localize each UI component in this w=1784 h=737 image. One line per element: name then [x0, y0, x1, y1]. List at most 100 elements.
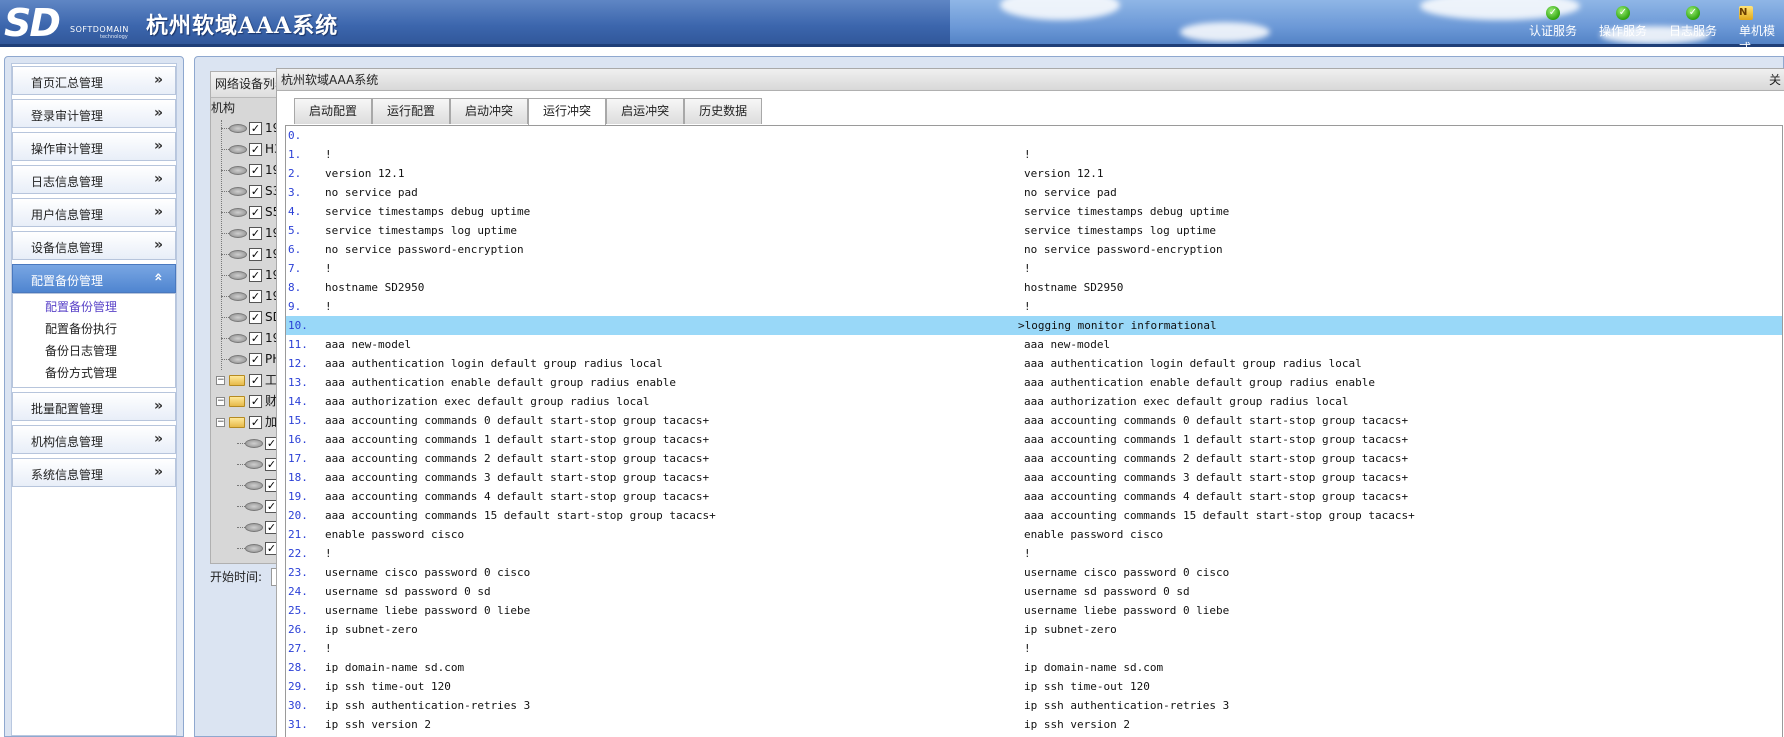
device-icon [229, 208, 247, 217]
sidebar-item-org-info[interactable]: 机构信息管理 » [12, 425, 176, 454]
config-line: 11. aaa new-model aaa new-model [286, 335, 1782, 354]
sidebar-item-login-audit[interactable]: 登录审计管理 » [12, 99, 176, 128]
tab-startup-running-conflict[interactable]: 启运冲突 [606, 98, 685, 124]
config-line: 25. username liebe password 0 liebe userna… [286, 601, 1782, 620]
checkbox-checked-icon[interactable]: ✓ [249, 185, 262, 198]
service-operation[interactable]: ✓ 操作服务 [1590, 6, 1656, 39]
line-number: 26. [288, 623, 308, 636]
line-left-text: aaa accounting commands 2 default start-… [325, 452, 710, 465]
tab-running-conflict[interactable]: 运行冲突 [528, 98, 607, 125]
service-label: 单机模式 [1739, 24, 1776, 47]
line-right-text: aaa accounting commands 4 default start-… [1024, 490, 1409, 503]
checkbox-checked-icon[interactable]: ✓ [249, 374, 262, 387]
close-button[interactable]: 关 [1769, 69, 1781, 91]
line-left-text: username sd password 0 sd [325, 585, 491, 598]
sidebar-item-log-info[interactable]: 日志信息管理 » [12, 165, 176, 194]
check-icon: ✓ [1546, 6, 1560, 20]
checkbox-checked-icon[interactable]: ✓ [249, 227, 262, 240]
line-right-text: service timestamps debug uptime [1024, 205, 1230, 218]
line-number: 16. [288, 433, 308, 446]
logo: SD SOFTDOMAIN technology [4, 3, 130, 43]
config-line: 24. username sd password 0 sd username sd … [286, 582, 1782, 601]
line-left-text: aaa authorization exec default group rad… [325, 395, 650, 408]
checkbox-checked-icon[interactable]: ✓ [249, 122, 262, 135]
config-line: 3. no service pad no service pad [286, 183, 1782, 202]
sidebar-submenu-config-backup: 配置备份管理 配置备份执行 备份日志管理 备份方式管理 [12, 293, 176, 388]
checkbox-checked-icon[interactable]: ✓ [249, 206, 262, 219]
sidebar-item-operation-audit[interactable]: 操作审计管理 » [12, 132, 176, 161]
line-number: 6. [288, 243, 302, 256]
checkbox-checked-icon[interactable]: ✓ [249, 269, 262, 282]
device-icon [245, 481, 263, 490]
line-number: 1. [288, 148, 302, 161]
checkbox-checked-icon[interactable]: ✓ [249, 290, 262, 303]
line-left-text: ip ssh authentication-retries 3 [325, 699, 531, 712]
sidebar-item-user-info[interactable]: 用户信息管理 » [12, 198, 176, 227]
double-chevron-right-icon: » [153, 105, 163, 121]
line-left-text: aaa accounting commands 15 default start… [325, 509, 716, 522]
tab-startup-conflict[interactable]: 启动冲突 [450, 98, 529, 124]
sidebar-item-home-summary[interactable]: 首页汇总管理 » [12, 66, 176, 95]
checkbox-checked-icon[interactable]: ✓ [249, 311, 262, 324]
service-auth[interactable]: ✓ 认证服务 [1520, 6, 1586, 39]
tab-running-config[interactable]: 运行配置 [372, 98, 451, 124]
submenu-backup-method-manage[interactable]: 备份方式管理 [13, 362, 175, 384]
checkbox-checked-icon[interactable]: ✓ [249, 332, 262, 345]
sidebar-item-label: 系统信息管理 [31, 468, 104, 482]
line-number: 2. [288, 167, 302, 180]
checkbox-checked-icon[interactable]: ✓ [249, 164, 262, 177]
line-left-text: ip domain-name sd.com [325, 661, 465, 674]
sidebar-item-device-info[interactable]: 设备信息管理 » [12, 231, 176, 260]
submenu-config-backup-manage[interactable]: 配置备份管理 [13, 296, 175, 318]
logo-mark: SD [4, 1, 61, 45]
submenu-backup-log-manage[interactable]: 备份日志管理 [13, 340, 175, 362]
line-right-text: ! [1024, 300, 1031, 313]
config-diff-view[interactable]: 0. 1.!! 2. version 12.1 version 12.1 3. no ser… [285, 125, 1783, 737]
sidebar-item-config-backup[interactable]: 配置备份管理 » [12, 264, 176, 293]
line-right-text: aaa accounting commands 0 default start-… [1024, 414, 1409, 427]
checkbox-checked-icon[interactable]: ✓ [249, 353, 262, 366]
tab-startup-config[interactable]: 启动配置 [294, 98, 373, 124]
device-icon [245, 523, 263, 532]
service-log[interactable]: ✓ 日志服务 [1660, 6, 1726, 39]
submenu-config-backup-execute[interactable]: 配置备份执行 [13, 318, 175, 340]
line-number: 29. [288, 680, 308, 693]
config-line: 27.!! [286, 639, 1782, 658]
service-mode[interactable]: N 单机模式 [1730, 6, 1784, 47]
config-line: 28. ip domain-name sd.com ip domain-name s… [286, 658, 1782, 677]
sidebar-item-batch-config[interactable]: 批量配置管理 » [12, 392, 176, 421]
line-right-text: ! [1024, 547, 1031, 560]
line-number: 27. [288, 642, 308, 655]
checkbox-checked-icon[interactable]: ✓ [249, 416, 262, 429]
double-chevron-right-icon: » [153, 171, 163, 187]
device-icon [229, 292, 247, 301]
line-left-text: aaa accounting commands 1 default start-… [325, 433, 710, 446]
collapse-icon[interactable]: − [216, 418, 225, 427]
sidebar-item-system-info[interactable]: 系统信息管理 » [12, 458, 176, 487]
double-chevron-right-icon: » [153, 398, 163, 414]
collapse-icon[interactable]: − [216, 376, 225, 385]
line-number: 7. [288, 262, 302, 275]
checkbox-checked-icon[interactable]: ✓ [249, 248, 262, 261]
sidebar-menu: 首页汇总管理 » 登录审计管理 » 操作审计管理 » 日志信息管理 » 用户信息… [11, 63, 177, 736]
config-line: 19. aaa accounting commands 4 default sta… [286, 487, 1782, 506]
main-panel: 网络设备列表 机构 ✓192.168✓H3C✓192.168✓S3700✓S57… [194, 56, 1784, 737]
line-right-text: aaa authorization exec default group rad… [1024, 395, 1349, 408]
line-left-text: ! [325, 300, 332, 313]
line-left-text: aaa authentication enable default group … [325, 376, 676, 389]
line-number: 3. [288, 186, 302, 199]
line-right-text: aaa authentication enable default group … [1024, 376, 1375, 389]
line-right-text: no service password-encryption [1024, 243, 1223, 256]
line-right-text: aaa accounting commands 2 default start-… [1024, 452, 1409, 465]
sidebar-item-label: 登录审计管理 [31, 109, 104, 123]
device-icon [229, 145, 247, 154]
collapse-icon[interactable]: − [216, 397, 225, 406]
config-line: 16. aaa accounting commands 1 default sta… [286, 430, 1782, 449]
checkbox-checked-icon[interactable]: ✓ [249, 143, 262, 156]
dialog-title: 杭州软域AAA系统 [281, 73, 379, 87]
service-label: 操作服务 [1598, 24, 1647, 38]
checkbox-checked-icon[interactable]: ✓ [249, 395, 262, 408]
tab-history-data[interactable]: 历史数据 [684, 98, 763, 124]
line-left-text: username cisco password 0 cisco [325, 566, 531, 579]
line-number: 23. [288, 566, 308, 579]
